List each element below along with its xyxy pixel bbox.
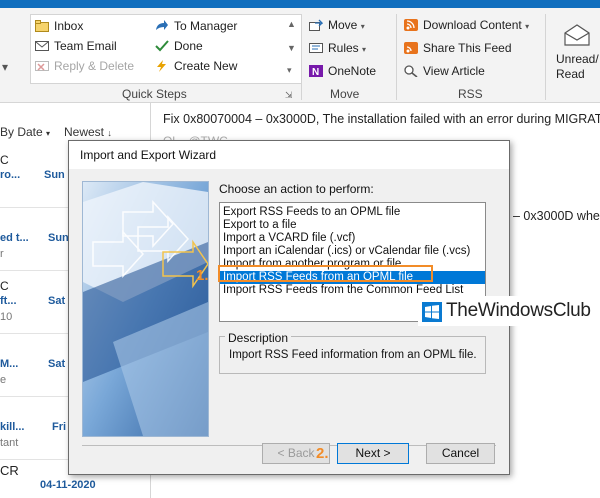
action-export-rss-opml[interactable]: Export RSS Feeds to an OPML file — [220, 206, 485, 219]
rss-share-icon — [404, 41, 418, 54]
svg-text:N: N — [312, 67, 319, 77]
description-title: Description — [225, 331, 292, 345]
action-export-to-file[interactable]: Export to a file — [220, 219, 485, 232]
windows-logo-icon — [422, 302, 442, 322]
message-subject: Fix 0x80070004 – 0x3000D, The installati… — [163, 112, 600, 126]
rules-icon — [309, 41, 323, 53]
sort-by-date[interactable]: By Date ▾ — [0, 125, 50, 139]
chevron-down-icon: ▾ — [360, 22, 365, 31]
view-article-icon — [404, 64, 418, 78]
onenote-button[interactable]: N OneNote — [309, 62, 376, 80]
quick-step-team-email[interactable]: Team Email — [35, 37, 117, 55]
quick-step-to-manager[interactable]: To Manager — [155, 17, 237, 35]
move-icon — [309, 18, 324, 31]
unread-read-label: Unread/ Read — [556, 52, 599, 81]
onenote-icon: N — [309, 64, 323, 78]
watermark-text: TheWindowsClub — [446, 300, 591, 321]
move-button[interactable]: Move ▾ — [309, 16, 365, 34]
rules-button[interactable]: Rules ▾ — [309, 39, 366, 57]
step-1-annotation: 1. — [196, 267, 209, 284]
quick-steps-group-label: Quick Steps — [122, 87, 187, 101]
chevron-down-icon: ▾ — [46, 129, 51, 138]
share-this-feed-button[interactable]: Share This Feed — [404, 39, 512, 57]
ribbon-separator — [545, 14, 546, 100]
action-prompt-label: Choose an action to perform: — [219, 182, 374, 196]
watermark: TheWindowsClub — [418, 296, 600, 326]
rss-group-label: RSS — [458, 87, 483, 101]
action-import-vcard[interactable]: Import a VCARD file (.vcf) — [220, 232, 485, 245]
checkmark-icon — [155, 39, 169, 52]
move-group-label: Move — [330, 87, 360, 101]
next-button[interactable]: Next > — [337, 443, 409, 464]
ribbon-scroll-arrow[interactable]: ▾ — [2, 58, 8, 76]
folder-icon — [35, 19, 49, 32]
description-text: Import RSS Feed information from an OPML… — [229, 349, 477, 361]
rss-icon — [404, 18, 418, 31]
forward-arrow-icon — [155, 19, 169, 31]
download-content-button[interactable]: Download Content ▾ — [404, 16, 529, 34]
highlight-annotation-box — [218, 265, 433, 282]
wizard-illustration — [82, 181, 209, 437]
quick-step-inbox[interactable]: Inbox — [35, 17, 83, 35]
ribbon-separator — [396, 14, 397, 100]
quick-steps-scroll-up[interactable]: ▲ — [287, 15, 296, 33]
unread-read-button[interactable]: Unread/ Read — [552, 20, 600, 94]
chevron-down-icon: ▾ — [362, 45, 367, 54]
cancel-button[interactable]: Cancel — [426, 443, 495, 464]
dialog-title: Import and Export Wizard — [80, 148, 217, 162]
title-bar-strip — [0, 0, 600, 8]
ribbon: ▾ Inbox To Manager Team Email Done Reply… — [0, 8, 600, 103]
quick-steps-gallery: Inbox To Manager Team Email Done Reply &… — [30, 14, 302, 84]
sort-order[interactable]: Newest ↓ — [64, 125, 112, 139]
team-email-icon — [35, 39, 49, 51]
reply-delete-icon — [35, 59, 49, 71]
chevron-down-icon: ▾ — [525, 22, 530, 31]
view-article-button[interactable]: View Article — [404, 62, 485, 80]
envelope-icon — [564, 24, 590, 49]
quick-step-create-new[interactable]: Create New — [155, 57, 237, 75]
step-2-annotation: 2. — [316, 445, 329, 462]
lightning-icon — [155, 59, 169, 72]
arrow-down-icon: ↓ — [107, 128, 112, 138]
action-import-icalendar[interactable]: Import an iCalendar (.ics) or vCalendar … — [220, 245, 485, 258]
quick-step-reply-delete[interactable]: Reply & Delete — [35, 57, 134, 75]
message-body-snippet: – 0x3000D wher — [513, 209, 600, 223]
ribbon-separator — [301, 14, 302, 100]
quick-steps-scroll-down[interactable]: ▼ — [287, 39, 296, 57]
quick-steps-more[interactable]: ▾ — [287, 61, 292, 79]
quick-steps-dialog-launcher[interactable]: ⇲ — [285, 86, 293, 104]
dialog-title-bar[interactable]: Import and Export Wizard — [69, 141, 509, 169]
quick-step-done[interactable]: Done — [155, 37, 203, 55]
